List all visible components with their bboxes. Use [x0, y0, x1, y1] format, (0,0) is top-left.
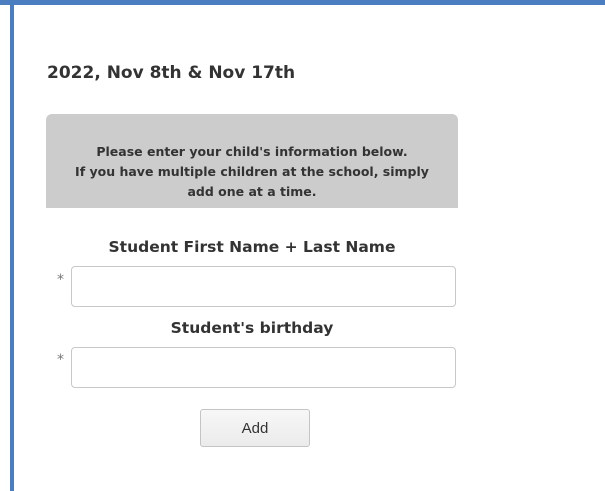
student-birthday-input[interactable]	[71, 347, 456, 388]
required-marker: *	[57, 352, 64, 368]
event-dates-title: 2022, Nov 8th & Nov 17th	[47, 63, 296, 83]
student-birthday-label: Student's birthday	[170, 319, 334, 337]
required-marker: *	[57, 272, 64, 288]
student-name-label: Student First Name + Last Name	[108, 238, 396, 256]
instructions-notice: Please enter your child's information be…	[46, 114, 458, 208]
form-frame: 2022, Nov 8th & Nov 17th Please enter yo…	[0, 0, 605, 491]
top-border	[0, 0, 605, 5]
notice-line: If you have multiple children at the sch…	[75, 164, 429, 179]
left-border	[10, 0, 14, 491]
notice-line: Please enter your child's information be…	[96, 144, 408, 159]
notice-line: add one at a time.	[187, 184, 317, 199]
student-name-input[interactable]	[71, 266, 456, 307]
add-button[interactable]: Add	[200, 409, 310, 447]
